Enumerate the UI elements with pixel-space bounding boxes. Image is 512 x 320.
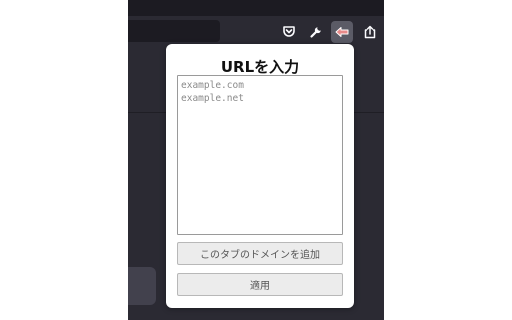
pocket-icon[interactable] xyxy=(278,21,300,43)
extension-active-icon[interactable] xyxy=(331,21,353,43)
share-icon[interactable] xyxy=(359,21,381,43)
tab-strip xyxy=(128,0,384,16)
wrench-icon[interactable] xyxy=(305,21,327,43)
add-tab-domain-button[interactable]: このタブのドメインを追加 xyxy=(177,242,343,265)
popup-title: URLを入力 xyxy=(220,58,300,76)
url-textarea[interactable] xyxy=(177,75,343,235)
extension-popup: URLを入力 このタブのドメインを追加 適用 xyxy=(166,44,354,308)
address-bar[interactable] xyxy=(128,20,220,42)
page-card xyxy=(128,267,156,305)
apply-button[interactable]: 適用 xyxy=(177,273,343,296)
